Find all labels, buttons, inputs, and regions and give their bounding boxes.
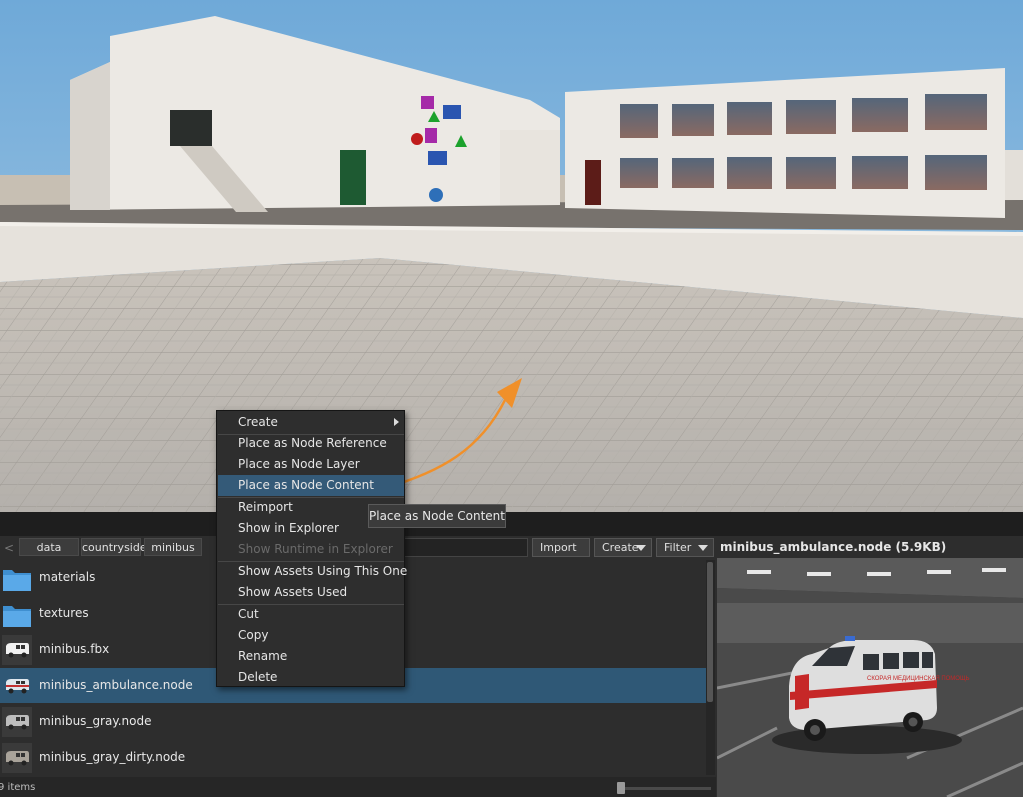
breadcrumb-minibus[interactable]: minibus bbox=[144, 538, 202, 556]
menu-item-place-as-node-reference[interactable]: Place as Node Reference bbox=[218, 433, 404, 454]
panel-divider[interactable] bbox=[0, 512, 1023, 536]
minibus-icon bbox=[2, 743, 32, 773]
chevron-right-icon bbox=[394, 418, 399, 426]
file-list-scrollbar[interactable] bbox=[706, 560, 715, 775]
file-name: minibus_gray.node bbox=[39, 714, 152, 728]
chevron-down-icon bbox=[636, 545, 646, 551]
search-input[interactable] bbox=[404, 538, 528, 557]
menu-item-delete[interactable]: Delete bbox=[218, 667, 404, 688]
file-name: minibus.fbx bbox=[39, 642, 110, 656]
menu-tooltip: Place as Node Content bbox=[368, 504, 506, 528]
menu-item-rename[interactable]: Rename bbox=[218, 646, 404, 667]
create-dropdown[interactable]: Create bbox=[594, 538, 652, 557]
thumbnail-size-slider[interactable] bbox=[617, 787, 711, 790]
status-bar bbox=[0, 777, 716, 797]
slider-handle[interactable] bbox=[617, 782, 625, 794]
vehicle-preview-render: СКОРАЯ МЕДИЦИНСКАЯ ПОМОЩЬ bbox=[717, 558, 1023, 797]
filter-dropdown[interactable]: Filter bbox=[656, 538, 714, 557]
preview-title: minibus_ambulance.node (5.9KB) bbox=[720, 540, 947, 554]
file-name: materials bbox=[39, 570, 96, 584]
menu-item-show-assets-used[interactable]: Show Assets Used bbox=[218, 582, 404, 603]
import-button[interactable]: Import bbox=[532, 538, 590, 557]
folder-icon bbox=[3, 570, 31, 591]
back-arrow-icon[interactable]: < bbox=[2, 540, 16, 556]
items-count: 9 items bbox=[0, 782, 36, 793]
minibus-icon bbox=[2, 707, 32, 737]
vehicle-label: СКОРАЯ МЕДИЦИНСКАЯ ПОМОЩЬ bbox=[867, 676, 970, 682]
list-item[interactable]: minibus_gray.node bbox=[0, 704, 706, 739]
scroll-thumb[interactable] bbox=[707, 562, 713, 702]
file-name: textures bbox=[39, 606, 89, 620]
menu-item-copy[interactable]: Copy bbox=[218, 625, 404, 646]
breadcrumb-data[interactable]: data bbox=[19, 538, 79, 556]
file-name: minibus_gray_dirty.node bbox=[39, 750, 186, 764]
menu-item-place-as-node-content[interactable]: Place as Node Content bbox=[218, 475, 404, 496]
scene-render bbox=[0, 0, 1023, 512]
menu-item-cut[interactable]: Cut bbox=[218, 604, 404, 625]
file-name: minibus_ambulance.node bbox=[39, 678, 193, 692]
list-item[interactable]: minibus_gray_dirty.node bbox=[0, 740, 706, 775]
menu-item-show-runtime-in-explorer: Show Runtime in Explorer bbox=[238, 542, 393, 556]
context-menu: Create Place as Node Reference Place as … bbox=[216, 410, 407, 688]
filter-label: Filter bbox=[664, 541, 692, 554]
folder-icon bbox=[3, 606, 31, 627]
minibus-icon bbox=[2, 635, 32, 665]
scene-viewport[interactable] bbox=[0, 0, 1023, 512]
breadcrumb-countryside[interactable]: countryside bbox=[81, 538, 147, 556]
import-label: Import bbox=[540, 541, 577, 554]
chevron-down-icon bbox=[698, 545, 708, 551]
menu-item-place-as-node-layer[interactable]: Place as Node Layer bbox=[218, 454, 404, 475]
menu-item-label: Create bbox=[238, 415, 278, 429]
create-label: Create bbox=[602, 541, 639, 554]
asset-preview[interactable]: СКОРАЯ МЕДИЦИНСКАЯ ПОМОЩЬ bbox=[717, 558, 1023, 797]
minibus-icon bbox=[6, 679, 29, 694]
menu-item-create[interactable]: Create bbox=[218, 412, 404, 433]
menu-item-show-assets-using-this-one[interactable]: Show Assets Using This One bbox=[218, 561, 407, 582]
